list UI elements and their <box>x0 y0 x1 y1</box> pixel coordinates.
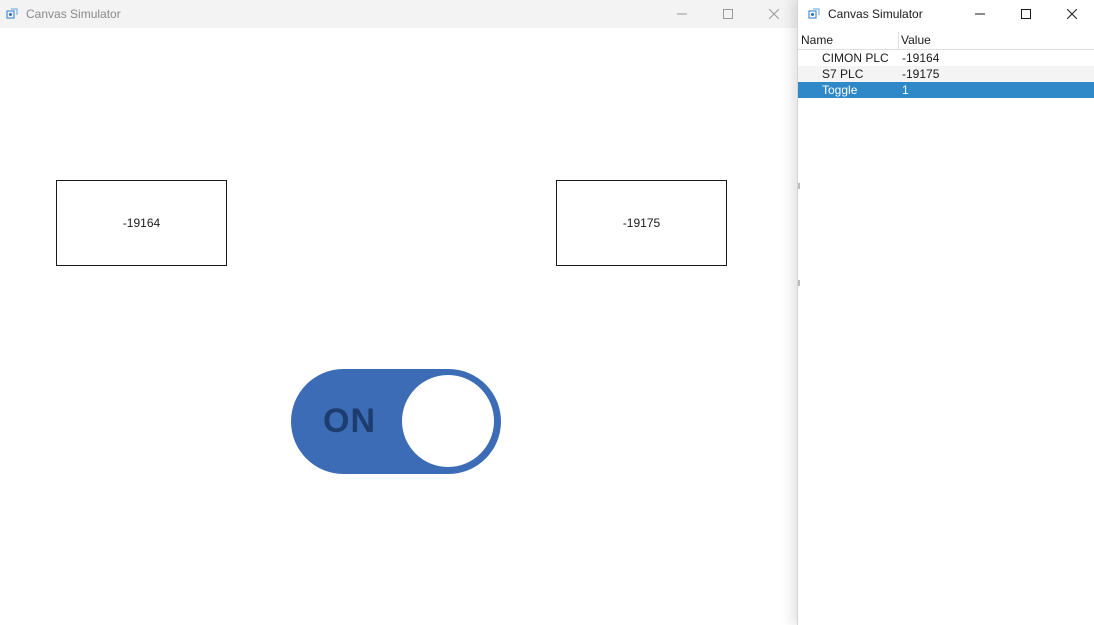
side-window-title: Canvas Simulator <box>828 7 923 21</box>
list-row[interactable]: S7 PLC -19175 <box>798 66 1094 82</box>
column-separator[interactable] <box>898 32 899 49</box>
column-header-value[interactable]: Value <box>901 32 1091 49</box>
row-value: -19164 <box>902 51 940 65</box>
maximize-button[interactable] <box>705 0 751 28</box>
canvas-app-icon <box>808 8 820 20</box>
maximize-icon <box>1021 9 1031 19</box>
s7-plc-value-box: -19175 <box>556 180 727 266</box>
toggle-knob <box>402 375 494 467</box>
s7-plc-value: -19175 <box>622 216 661 230</box>
cimon-plc-value: -19164 <box>122 216 161 230</box>
list-row[interactable]: CIMON PLC -19164 <box>798 50 1094 66</box>
row-value: 1 <box>902 83 909 97</box>
maximize-button[interactable] <box>1003 0 1049 28</box>
minimize-button[interactable] <box>659 0 705 28</box>
row-value: -19175 <box>902 67 940 81</box>
cimon-plc-value-box: -19164 <box>56 180 227 266</box>
column-header-name[interactable]: Name <box>801 32 897 49</box>
toggle-label: ON <box>323 402 376 440</box>
main-titlebar[interactable]: Canvas Simulator <box>0 0 797 28</box>
main-window-title: Canvas Simulator <box>26 7 121 21</box>
splitter-grip[interactable] <box>798 280 800 286</box>
minimize-icon <box>677 13 687 15</box>
row-name: CIMON PLC <box>822 51 889 65</box>
close-button[interactable] <box>1049 0 1094 28</box>
list-row-selected[interactable]: Toggle 1 <box>798 82 1094 98</box>
canvas-app-icon <box>6 8 18 20</box>
close-icon <box>769 9 779 19</box>
side-titlebar[interactable]: Canvas Simulator <box>798 0 1094 28</box>
row-name: Toggle <box>822 83 858 97</box>
minimize-button[interactable] <box>957 0 1003 28</box>
variables-window: Canvas Simulator Name Value CIMON PLC -1… <box>797 0 1094 625</box>
minimize-icon <box>975 13 985 15</box>
row-name: S7 PLC <box>822 67 864 81</box>
splitter-grip[interactable] <box>798 183 800 189</box>
on-off-toggle[interactable]: ON <box>291 369 501 474</box>
main-window: Canvas Simulator -19164 -19175 ON <box>0 0 797 625</box>
close-icon <box>1067 9 1077 19</box>
list-header: Name Value <box>798 32 1094 50</box>
close-button[interactable] <box>751 0 797 28</box>
maximize-icon <box>723 9 733 19</box>
